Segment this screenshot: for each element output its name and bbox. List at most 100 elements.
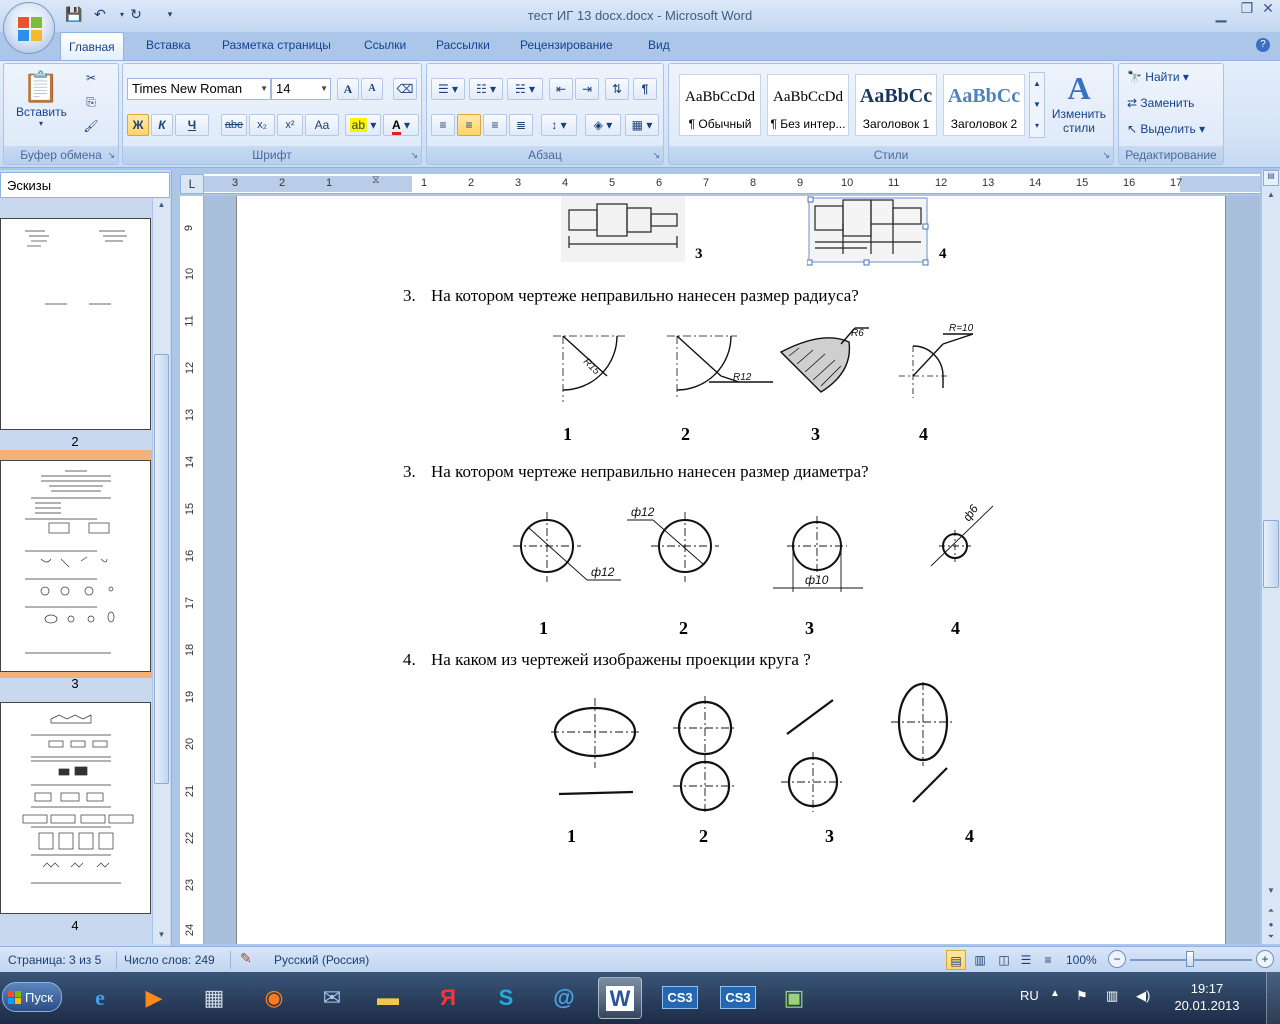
find-button[interactable]: 🔭 Найти ▾	[1127, 70, 1189, 84]
cut-icon[interactable]: ✂	[80, 68, 102, 90]
skype-icon[interactable]: S	[484, 977, 528, 1019]
font-color-button[interactable]: A ▾	[383, 114, 419, 136]
folder-icon[interactable]: ▬	[366, 977, 410, 1019]
first-line-indent-marker[interactable]: ⧖	[372, 174, 380, 187]
previous-page-icon[interactable]: ⏶	[1262, 906, 1280, 916]
tray-expand-icon[interactable]: ▲	[1050, 988, 1060, 999]
change-case-button[interactable]: Aa	[305, 114, 339, 136]
numbering-icon[interactable]: ☷ ▾	[469, 78, 503, 100]
scroll-down-icon[interactable]: ▼	[1262, 886, 1280, 895]
outline-view-icon[interactable]: ☰	[1016, 950, 1036, 970]
font-family-select[interactable]: Times New Roman ▼	[127, 78, 271, 100]
web-layout-icon[interactable]: ◫	[994, 950, 1014, 970]
scroll-down-icon[interactable]: ▼	[153, 930, 170, 939]
subscript-button[interactable]: x₂	[249, 114, 275, 136]
next-page-icon[interactable]: ⏷	[1262, 932, 1280, 942]
paste-button[interactable]: 📋 Вставить ▾	[16, 70, 67, 128]
network-icon[interactable]: ▥	[1106, 988, 1118, 1004]
page[interactable]: 3 4 3. На котором чертеже неправильно нан…	[236, 196, 1226, 944]
show-desktop-button[interactable]	[1266, 972, 1280, 1024]
volume-icon[interactable]: ◀)	[1136, 988, 1150, 1004]
close-button[interactable]: ✕	[1256, 0, 1280, 20]
line-spacing-icon[interactable]: ↕ ▾	[541, 114, 577, 136]
firefox-icon[interactable]: ◉	[252, 977, 296, 1019]
picture-viewer-icon[interactable]: ▣	[772, 977, 816, 1019]
dialog-launcher-icon[interactable]: ↘	[107, 150, 115, 161]
shading-icon[interactable]: ◈ ▾	[585, 114, 621, 136]
action-center-icon[interactable]: ⚑	[1076, 988, 1088, 1004]
style-heading-2[interactable]: AaBbCc Заголовок 2	[943, 74, 1025, 136]
decrease-indent-icon[interactable]: ⇤	[549, 78, 573, 100]
tab-insert[interactable]: Вставка	[146, 38, 191, 52]
media-player-icon[interactable]: ▶	[132, 977, 176, 1019]
show-formatting-icon[interactable]: ¶	[633, 78, 657, 100]
office-button[interactable]	[3, 2, 55, 54]
zoom-out-icon[interactable]: −	[1108, 950, 1126, 968]
word-icon[interactable]: W	[598, 977, 642, 1019]
word-count[interactable]: Число слов: 249	[124, 953, 215, 967]
select-button[interactable]: ↖ Выделить ▾	[1127, 122, 1205, 136]
full-screen-reading-icon[interactable]: ▥	[970, 950, 990, 970]
align-center-icon[interactable]: ≡	[457, 114, 481, 136]
zoom-in-icon[interactable]: +	[1256, 950, 1274, 968]
increase-indent-icon[interactable]: ⇥	[575, 78, 599, 100]
zoom-slider-handle[interactable]	[1186, 951, 1194, 967]
language-bar[interactable]: RU	[1020, 988, 1039, 1003]
calculator-icon[interactable]: ▦	[192, 977, 236, 1019]
font-size-select[interactable]: 14 ▼	[271, 78, 331, 100]
justify-icon[interactable]: ≣	[509, 114, 533, 136]
scrollbar-thumb[interactable]	[1263, 520, 1279, 588]
align-right-icon[interactable]: ≡	[483, 114, 507, 136]
bold-button[interactable]: Ж	[127, 114, 149, 136]
thumbnails-scrollbar[interactable]: ▲ ▼	[152, 198, 170, 944]
tab-references[interactable]: Ссылки	[364, 38, 406, 52]
bullets-icon[interactable]: ☰ ▾	[431, 78, 465, 100]
cs3-app-button[interactable]: CS3	[658, 977, 702, 1019]
mail-agent-icon[interactable]: @	[542, 977, 586, 1019]
tab-mailings[interactable]: Рассылки	[436, 38, 490, 52]
replace-button[interactable]: ⇄ Заменить	[1127, 96, 1194, 110]
grow-font-button[interactable]: A	[337, 78, 359, 100]
styles-scroll[interactable]: ▲ ▼ ▾	[1029, 72, 1045, 138]
align-left-icon[interactable]: ≡	[431, 114, 455, 136]
dialog-launcher-icon[interactable]: ↘	[652, 150, 660, 161]
yandex-icon[interactable]: Я	[426, 977, 470, 1019]
clock[interactable]: 19:17 20.01.2013	[1172, 980, 1242, 1014]
superscript-button[interactable]: x²	[277, 114, 303, 136]
browse-object-icon[interactable]: ●	[1262, 920, 1280, 929]
spelling-check-icon[interactable]: ✎	[240, 950, 252, 967]
highlight-color-button[interactable]: ab ▾	[345, 114, 381, 136]
strikethrough-button[interactable]: abe	[221, 114, 247, 136]
mail-icon[interactable]: ✉	[310, 977, 354, 1019]
print-layout-view-icon[interactable]: ▤	[946, 950, 966, 970]
zoom-level[interactable]: 100%	[1066, 953, 1097, 967]
clear-formatting-icon[interactable]: ⌫	[393, 78, 417, 100]
tab-page-layout[interactable]: Разметка страницы	[222, 38, 331, 52]
sort-icon[interactable]: ⇅	[605, 78, 629, 100]
tab-review[interactable]: Рецензирование	[520, 38, 613, 52]
underline-button[interactable]: Ч	[175, 114, 209, 136]
vertical-ruler[interactable]: 9 10 11 12 13 14 15 16 17 18 19 20 21 22…	[180, 196, 204, 944]
copy-icon[interactable]: ⎘	[80, 92, 102, 114]
help-icon[interactable]: ?	[1256, 38, 1270, 52]
borders-icon[interactable]: ▦ ▾	[625, 114, 659, 136]
scroll-up-icon[interactable]: ▲	[153, 200, 170, 209]
document-area[interactable]: 3 4 3. На котором чертеже неправильно нан…	[204, 196, 1260, 944]
document-scrollbar[interactable]: ▤ ▲ ▼ ⏶ ● ⏷	[1261, 170, 1280, 944]
dialog-launcher-icon[interactable]: ↘	[1102, 150, 1110, 161]
cs3-app-button[interactable]: CS3	[716, 977, 760, 1019]
style-no-spacing[interactable]: AaBbCcDd ¶ Без интер...	[767, 74, 849, 136]
scrollbar-thumb[interactable]	[154, 354, 169, 784]
minimize-button[interactable]: ▁	[1208, 6, 1234, 26]
horizontal-ruler[interactable]: 3 2 1 1 2 3 4 5 6 7 8 9 10 11 12 13 14 1…	[180, 174, 1260, 194]
thumbnail-page-3[interactable]	[0, 460, 151, 672]
internet-explorer-icon[interactable]: e	[78, 977, 122, 1019]
format-painter-icon[interactable]: 🖌	[80, 116, 102, 138]
style-heading-1[interactable]: AaBbCc Заголовок 1	[855, 74, 937, 136]
thumbnail-page-4[interactable]	[0, 702, 151, 914]
shrink-font-button[interactable]: A	[361, 78, 383, 100]
dialog-launcher-icon[interactable]: ↘	[410, 150, 418, 161]
start-button[interactable]: Пуск	[2, 982, 62, 1012]
tab-view[interactable]: Вид	[648, 38, 670, 52]
italic-button[interactable]: К	[151, 114, 173, 136]
